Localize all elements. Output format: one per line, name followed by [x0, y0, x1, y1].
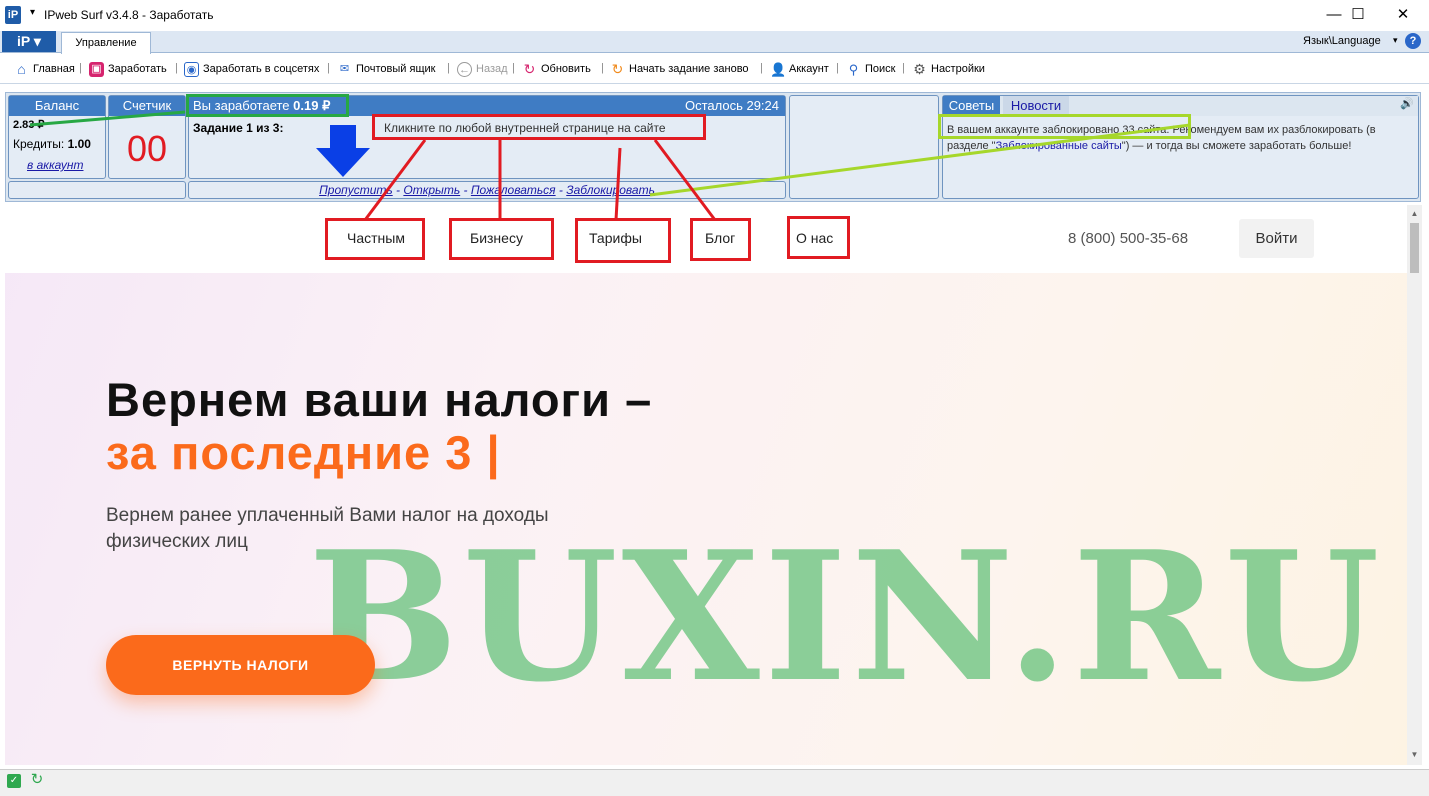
annotation-lime-box	[938, 114, 1191, 139]
annotation-red-box	[787, 216, 850, 259]
annotation-green-box	[186, 94, 349, 117]
annotation-red-box	[575, 218, 671, 263]
annotation-overlay	[29, 110, 1191, 221]
annotation-green-line	[29, 110, 186, 127]
annotation-red-box	[449, 218, 554, 260]
annotation-red-box	[690, 218, 751, 261]
annotation-red-lines	[363, 139, 717, 221]
annotation-blue-arrow	[316, 125, 370, 177]
annotation-red-box	[325, 218, 425, 260]
annotation-red-box	[372, 114, 706, 140]
